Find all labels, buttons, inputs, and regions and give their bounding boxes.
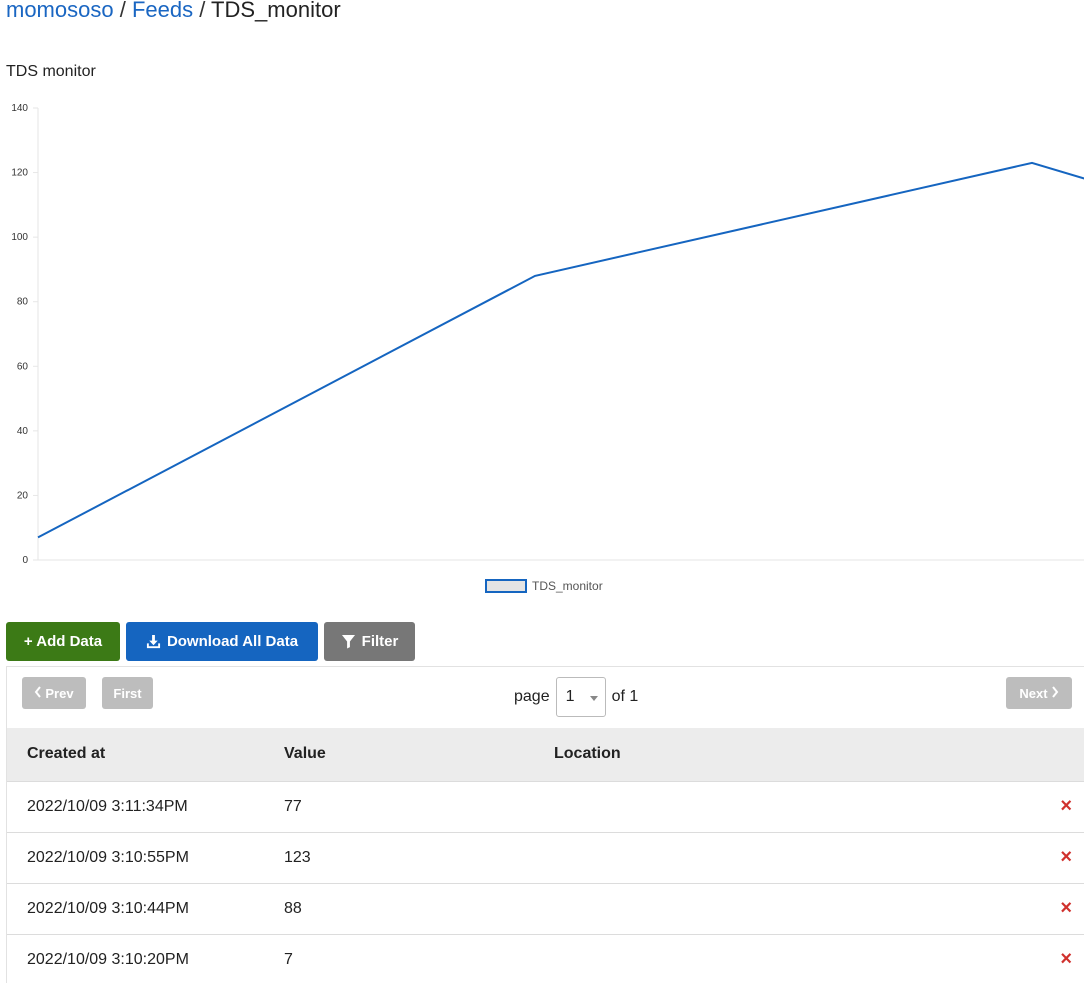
delete-icon[interactable]: × <box>1060 948 1072 970</box>
table-row: 2022/10/09 3:11:34PM 77 × <box>7 781 1084 832</box>
next-label: Next <box>1019 685 1048 701</box>
page-select[interactable]: 1 <box>555 677 606 717</box>
table-row: 2022/10/09 3:10:44PM 88 × <box>7 883 1084 934</box>
series-line-TDS_monitor <box>37 161 1084 539</box>
chart-title: TDS monitor <box>6 63 96 80</box>
add-data-label: + Add Data <box>23 633 103 650</box>
cell-value: 77 <box>284 797 302 815</box>
table-row: 2022/10/09 3:10:20PM 7 × <box>7 934 1084 983</box>
cell-value: 123 <box>284 848 311 866</box>
breadcrumb-separator: / <box>113 0 132 22</box>
breadcrumb-user-link[interactable]: momososo <box>6 0 114 22</box>
breadcrumb-feeds-link[interactable]: Feeds <box>132 0 193 22</box>
filter-icon <box>341 634 356 649</box>
data-table: Created at Value Location 2022/10/09 3:1… <box>7 728 1084 983</box>
y-tick-label: 80 <box>17 297 29 308</box>
filter-button[interactable]: Filter <box>324 622 415 661</box>
legend-swatch <box>485 579 527 593</box>
add-data-button[interactable]: + Add Data <box>6 622 120 661</box>
cell-actions: × <box>938 883 1084 934</box>
page-of-label: of 1 <box>611 688 639 705</box>
y-tick-label: 20 <box>17 490 29 501</box>
cell-value: 7 <box>284 950 293 968</box>
table-header-row: Created at Value Location <box>7 728 1084 781</box>
page-selector-group: page 1 of 1 <box>514 677 638 717</box>
chevron-left-icon <box>34 685 42 701</box>
cell-location <box>554 832 938 883</box>
cell-created-at: 2022/10/09 3:10:20PM <box>27 950 189 968</box>
cell-created-at: 2022/10/09 3:10:44PM <box>27 899 189 917</box>
download-all-data-label: Download All Data <box>166 633 299 650</box>
cell-created-at: 2022/10/09 3:11:34PM <box>27 797 188 815</box>
delete-icon[interactable]: × <box>1060 846 1072 868</box>
caret-down-icon <box>589 696 598 701</box>
legend-label: TDS_monitor <box>532 579 603 593</box>
column-header-location: Location <box>554 745 621 763</box>
page-select-value: 1 <box>565 688 575 705</box>
first-page-button[interactable]: First <box>102 677 153 709</box>
y-tick-label: 0 <box>22 555 28 566</box>
y-tick-label: 120 <box>11 168 28 179</box>
y-tick-label: 40 <box>17 426 29 437</box>
breadcrumb: momososo / Feeds / TDS_monitor <box>6 0 341 24</box>
column-header-created-at: Created at <box>27 745 106 763</box>
page-label: page <box>514 688 550 705</box>
pagination-bar: Prev First page 1 of 1 Next <box>7 667 1084 728</box>
cell-actions: × <box>938 832 1084 883</box>
breadcrumb-separator: / <box>193 0 212 22</box>
action-buttons: + Add Data Download All Data Filter <box>6 622 415 661</box>
y-tick-label: 60 <box>17 361 29 372</box>
cell-location <box>554 883 938 934</box>
cell-created-at: 2022/10/09 3:10:55PM <box>27 848 189 866</box>
data-table-panel: Prev First page 1 of 1 Next Created at V… <box>6 666 1084 983</box>
y-tick-label: 140 <box>11 103 28 114</box>
download-icon <box>146 634 161 649</box>
download-all-data-button[interactable]: Download All Data <box>126 622 318 661</box>
cell-actions: × <box>938 934 1084 983</box>
y-tick-label: 100 <box>11 232 28 243</box>
first-label: First <box>113 685 142 701</box>
prev-label: Prev <box>45 685 74 701</box>
data-point <box>535 275 536 276</box>
cell-actions: × <box>938 781 1084 832</box>
line-chart: 0 20 40 60 80 100 120 140 TDS_monitor <box>11 103 1084 593</box>
data-point <box>38 537 39 538</box>
cell-location <box>554 934 938 983</box>
cell-value: 88 <box>284 899 302 917</box>
filter-label: Filter <box>361 633 399 650</box>
delete-icon[interactable]: × <box>1060 897 1072 919</box>
next-page-button[interactable]: Next <box>1006 677 1072 709</box>
data-point <box>1032 162 1033 163</box>
cell-location <box>554 781 938 832</box>
column-header-value: Value <box>284 745 326 763</box>
breadcrumb-current: TDS_monitor <box>211 0 341 22</box>
column-header-actions <box>938 728 1084 781</box>
prev-page-button[interactable]: Prev <box>22 677 86 709</box>
table-row: 2022/10/09 3:10:55PM 123 × <box>7 832 1084 883</box>
delete-icon[interactable]: × <box>1060 795 1072 817</box>
chevron-right-icon <box>1051 685 1059 701</box>
